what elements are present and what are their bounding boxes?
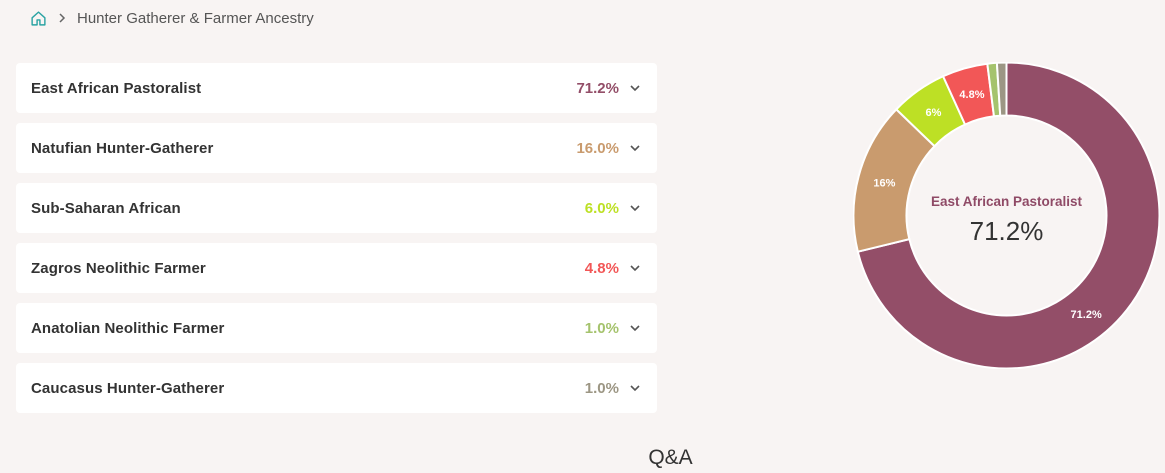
chevron-down-icon[interactable] [629,142,641,154]
donut-slice-label: 16% [873,178,895,190]
ancestry-percent: 1.0% [584,319,619,337]
donut-slice-label: 4.8% [959,89,984,101]
ancestry-row-right: 1.0% [585,380,641,397]
ancestry-row[interactable]: Caucasus Hunter-Gatherer 1.0% [16,363,657,413]
ancestry-row[interactable]: Sub-Saharan African 6.0% [16,183,657,233]
ancestry-name: Anatolian Neolithic Farmer [31,319,225,337]
ancestry-row-right: 1.0% [585,320,641,337]
chevron-down-icon[interactable] [629,382,641,394]
ancestry-percent: 6.0% [584,199,619,217]
ancestry-row-right: 6.0% [585,200,641,217]
breadcrumb: Hunter Gatherer & Farmer Ancestry [30,8,314,28]
ancestry-percent: 71.2% [576,79,619,97]
ancestry-row-right: 16.0% [576,140,641,157]
ancestry-row[interactable]: Zagros Neolithic Farmer 4.8% [16,243,657,293]
ancestry-name: Zagros Neolithic Farmer [31,259,206,277]
ancestry-percent: 4.8% [584,259,619,277]
ancestry-row[interactable]: Natufian Hunter-Gatherer 16.0% [16,123,657,173]
ancestry-percent: 1.0% [584,379,619,397]
home-icon[interactable] [30,10,47,27]
ancestry-name: Natufian Hunter-Gatherer [31,139,214,157]
chevron-down-icon[interactable] [629,262,641,274]
ancestry-name: Caucasus Hunter-Gatherer [31,379,225,397]
chart-center-value: 71.2% [969,216,1044,246]
ancestry-row-right: 4.8% [585,260,641,277]
qa-heading: Q&A [648,446,693,469]
chevron-down-icon[interactable] [629,82,641,94]
chevron-down-icon[interactable] [629,202,641,214]
ancestry-name: Sub-Saharan African [31,199,181,217]
breadcrumb-current: Hunter Gatherer & Farmer Ancestry [77,9,314,27]
ancestry-name: East African Pastoralist [31,79,202,97]
chevron-right-icon [59,13,66,23]
chevron-down-icon[interactable] [629,322,641,334]
chart-center-label: East African Pastoralist [930,194,1083,209]
ancestry-row-right: 71.2% [576,80,641,97]
ancestry-row[interactable]: East African Pastoralist 71.2% [16,63,657,113]
ancestry-percent: 16.0% [576,139,619,157]
donut-slice-label: 6% [925,107,941,119]
donut-slice-label: 71.2% [1071,309,1102,321]
ancestry-list: East African Pastoralist 71.2% Natufian Hu… [16,63,657,423]
ancestry-row[interactable]: Anatolian Neolithic Farmer 1.0% [16,303,657,353]
